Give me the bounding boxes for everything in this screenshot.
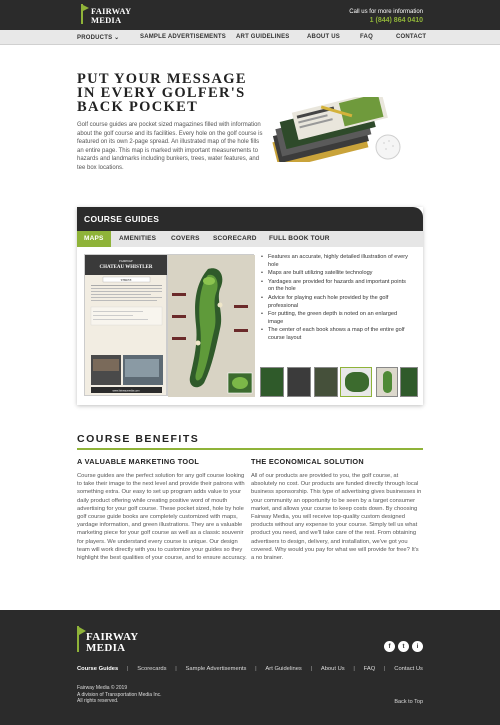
thumbnail-1[interactable] xyxy=(260,367,284,397)
footer-link-scorecards[interactable]: Scorecards xyxy=(137,666,166,672)
flag-icon xyxy=(77,626,86,652)
separator: | xyxy=(310,666,313,672)
guide-hole-map-page xyxy=(167,254,255,397)
footer-logo[interactable]: FAIRWAY MEDIA xyxy=(77,626,138,654)
footer-link-contact-us[interactable]: Contact Us xyxy=(394,666,423,672)
nav-item-faq[interactable]: FAQ xyxy=(360,34,373,40)
benefit-column-marketing: A VALUABLE MARKETING TOOL Course guides … xyxy=(77,457,249,562)
footer-links: Course Guides | Scorecards | Sample Adve… xyxy=(77,666,423,672)
hero-title: PUT YOUR MESSAGE IN EVERY GOLFER'S BACK … xyxy=(77,71,247,115)
footer-link-art-guidelines[interactable]: Art Guidelines xyxy=(265,666,301,672)
footer-logo-word-2: MEDIA xyxy=(86,642,126,654)
course-guides-header: COURSE GUIDES xyxy=(77,207,423,231)
nav-label-products: PRODUCTS xyxy=(77,35,113,41)
guide-page-header-small: FAIRWAY xyxy=(119,259,134,263)
contact-label: Call us for more information xyxy=(349,9,423,15)
main-nav: PRODUCTS ⌄ SAMPLE ADVERTISEMENTS ART GUI… xyxy=(0,30,500,45)
guide-page-art: FAIRWAY CHATEAU WHISTLER THREE www.fairw… xyxy=(85,255,168,393)
course-benefits-title: COURSE BENEFITS xyxy=(77,433,200,445)
course-guide-books-image xyxy=(272,97,401,162)
copyright: Fairway Media © 2019 A division of Trans… xyxy=(77,685,162,705)
nav-item-products[interactable]: PRODUCTS ⌄ xyxy=(77,34,119,41)
section-divider xyxy=(77,448,423,450)
tab-maps[interactable]: MAPS xyxy=(77,231,111,247)
fairway-media-logo[interactable]: FAIRWAY MEDIA xyxy=(81,4,131,25)
benefit-text: All of our products are provided to you,… xyxy=(251,473,422,562)
instagram-icon[interactable]: i xyxy=(412,641,423,652)
hole-map-art xyxy=(168,255,255,397)
tab-full-book-tour[interactable]: FULL BOOK TOUR xyxy=(269,231,330,247)
benefit-column-economical: THE ECONOMICAL SOLUTION All of our produ… xyxy=(251,457,423,562)
list-item: Maps are built utilizing satellite techn… xyxy=(260,270,410,278)
separator: | xyxy=(353,666,355,672)
guide-page-hole-label: THREE xyxy=(120,278,131,282)
footer-link-faq[interactable]: FAQ xyxy=(364,666,376,672)
nav-item-sample-advertisements[interactable]: SAMPLE ADVERTISEMENTS xyxy=(140,34,226,40)
twitter-icon[interactable]: t xyxy=(398,641,409,652)
hero-description: Golf course guides are pocket sized maga… xyxy=(77,122,263,171)
flag-icon xyxy=(81,4,89,24)
header-contact: Call us for more information 1 (844) 864… xyxy=(349,9,423,24)
nav-item-art-guidelines[interactable]: ART GUIDELINES xyxy=(236,34,289,40)
course-guides-tabs: MAPS AMENITIES COVERS SCORECARD FULL BOO… xyxy=(77,231,423,247)
thumbnail-3[interactable] xyxy=(314,367,338,397)
top-bar: FAIRWAY MEDIA Call us for more informati… xyxy=(0,0,500,30)
separator: | xyxy=(384,666,386,672)
back-to-top-link[interactable]: Back to Top xyxy=(394,699,423,705)
list-item: The center of each book shows a map of t… xyxy=(260,327,410,342)
list-item: For putting, the green depth is noted on… xyxy=(260,311,410,326)
list-item: Features an accurate, highly detailed il… xyxy=(260,254,410,269)
separator: | xyxy=(255,666,257,672)
facebook-icon[interactable]: f xyxy=(384,641,395,652)
benefit-heading: A VALUABLE MARKETING TOOL xyxy=(77,457,200,466)
maps-panel: FAIRWAY CHATEAU WHISTLER THREE www.fairw… xyxy=(77,247,423,405)
course-guides-module: COURSE GUIDES MAPS AMENITIES COVERS SCOR… xyxy=(77,207,423,405)
course-guides-title: COURSE GUIDES xyxy=(84,214,160,224)
guide-page-url: www.fairwaymedia.com xyxy=(112,388,139,392)
separator: | xyxy=(175,666,177,672)
nav-item-contact[interactable]: CONTACT xyxy=(396,34,426,40)
thumbnail-6[interactable] xyxy=(400,367,418,397)
thumbnail-5[interactable] xyxy=(376,367,398,397)
site-footer: FAIRWAY MEDIA f t i Course Guides | Scor… xyxy=(0,610,500,725)
social-links: f t i xyxy=(384,641,423,652)
logo-word-2: MEDIA xyxy=(91,15,122,25)
benefit-heading: THE ECONOMICAL SOLUTION xyxy=(251,457,364,466)
guide-page-left: FAIRWAY CHATEAU WHISTLER THREE www.fairw… xyxy=(84,254,168,396)
copyright-line: All rights reserved. xyxy=(77,698,119,704)
tab-amenities[interactable]: AMENITIES xyxy=(119,231,156,247)
thumbnail-strip xyxy=(260,367,418,397)
footer-link-sample-advertisements[interactable]: Sample Advertisements xyxy=(186,666,247,672)
separator: | xyxy=(126,666,129,672)
thumbnail-2[interactable] xyxy=(287,367,311,397)
tab-scorecard[interactable]: SCORECARD xyxy=(213,231,257,247)
guide-page-header-name: CHATEAU WHISTLER xyxy=(99,265,152,270)
benefit-text: Course guides are the perfect solution f… xyxy=(77,473,247,562)
list-item: Yardages are provided for hazards and im… xyxy=(260,279,410,294)
list-item: Advice for playing each hole provided by… xyxy=(260,295,410,310)
chevron-down-icon: ⌄ xyxy=(114,35,120,41)
maps-feature-list: Features an accurate, highly detailed il… xyxy=(260,254,410,344)
tab-covers[interactable]: COVERS xyxy=(171,231,200,247)
footer-link-course-guides[interactable]: Course Guides xyxy=(77,666,118,672)
footer-link-about-us[interactable]: About Us xyxy=(321,666,345,672)
phone-link[interactable]: 1 (844) 864 0410 xyxy=(349,17,423,24)
nav-item-about-us[interactable]: ABOUT US xyxy=(307,34,340,40)
thumbnail-4[interactable] xyxy=(340,367,372,397)
